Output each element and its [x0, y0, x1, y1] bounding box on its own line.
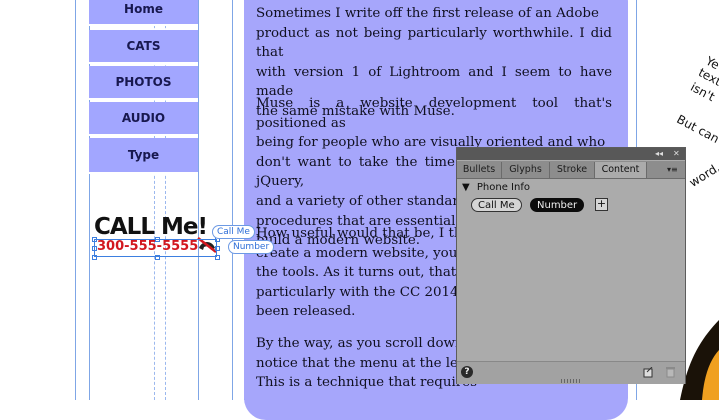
- phone-info-section[interactable]: ▼ Phone Info: [462, 182, 530, 193]
- close-panel-icon[interactable]: ✕: [673, 148, 680, 160]
- section-title: Phone Info: [476, 182, 530, 193]
- text-line: By the way, as you scroll down: [256, 336, 464, 351]
- menu-item-label: AUDIO: [121, 111, 166, 125]
- text-line: This is a technique that requires: [256, 375, 477, 391]
- menu-item-cats[interactable]: CATS: [89, 30, 198, 64]
- text-line: the tools. As it turns out, that's: [256, 265, 467, 281]
- new-item-icon[interactable]: [643, 367, 654, 378]
- trash-icon[interactable]: [665, 366, 676, 378]
- menu-item-audio[interactable]: AUDIO: [89, 102, 198, 136]
- panel-tabs: Bullets Glyphs Stroke Content ▾≡: [457, 161, 685, 179]
- resize-grip[interactable]: [561, 379, 581, 383]
- menu-item-label: Type: [127, 148, 160, 162]
- add-item-button[interactable]: +: [595, 198, 608, 211]
- call-me-heading: CALL Me!: [94, 214, 208, 240]
- menu-item-label: CATS: [126, 39, 161, 53]
- panel-menu-icon[interactable]: ▾≡: [667, 162, 678, 177]
- selection-box: [94, 239, 217, 257]
- text-line: create a modern website, you h: [256, 245, 471, 261]
- collapse-panel-icon[interactable]: ◂◂: [655, 148, 663, 160]
- panel-titlebar[interactable]: ◂◂ ✕: [457, 148, 685, 160]
- text-line: product as not being particularly worthw…: [256, 25, 612, 61]
- layout-guide: [198, 0, 199, 400]
- number-tag[interactable]: Number: [228, 240, 275, 254]
- text-line: How useful would that be, I tho: [256, 226, 471, 241]
- tab-stroke[interactable]: Stroke: [550, 162, 595, 178]
- help-icon[interactable]: ?: [461, 366, 473, 378]
- menu-item-label: Home: [124, 2, 163, 16]
- disclosure-triangle-icon[interactable]: ▼: [462, 182, 470, 193]
- layout-guide: [75, 0, 76, 400]
- layout-guide: [232, 0, 233, 400]
- rotated-text: But can: [674, 112, 719, 146]
- tab-content[interactable]: Content: [595, 162, 647, 178]
- menu-item-type[interactable]: Type: [89, 138, 198, 174]
- tab-bullets[interactable]: Bullets: [457, 162, 502, 178]
- menu-item-home[interactable]: Home: [89, 0, 198, 26]
- text-line: Sometimes I write off the first release …: [256, 6, 599, 21]
- text-line: been released.: [256, 304, 356, 320]
- text-line: particularly with the CC 2014 ve: [256, 284, 479, 300]
- tab-glyphs[interactable]: Glyphs: [502, 162, 550, 178]
- call-me-pill[interactable]: Call Me: [471, 198, 522, 212]
- menu-item-label: PHOTOS: [115, 75, 172, 89]
- text-line: and a variety of other standards: [256, 193, 475, 209]
- call-me-tag[interactable]: Call Me: [212, 225, 255, 239]
- text-line: notice that the menu at the left: [256, 355, 469, 371]
- menu-item-photos[interactable]: PHOTOS: [89, 66, 198, 100]
- number-pill[interactable]: Number: [530, 198, 585, 212]
- text-line: Muse is a website development tool that'…: [256, 96, 612, 131]
- content-panel: ◂◂ ✕ Bullets Glyphs Stroke Content ▾≡ ▼ …: [456, 147, 686, 384]
- rotated-text: word,: [686, 160, 719, 190]
